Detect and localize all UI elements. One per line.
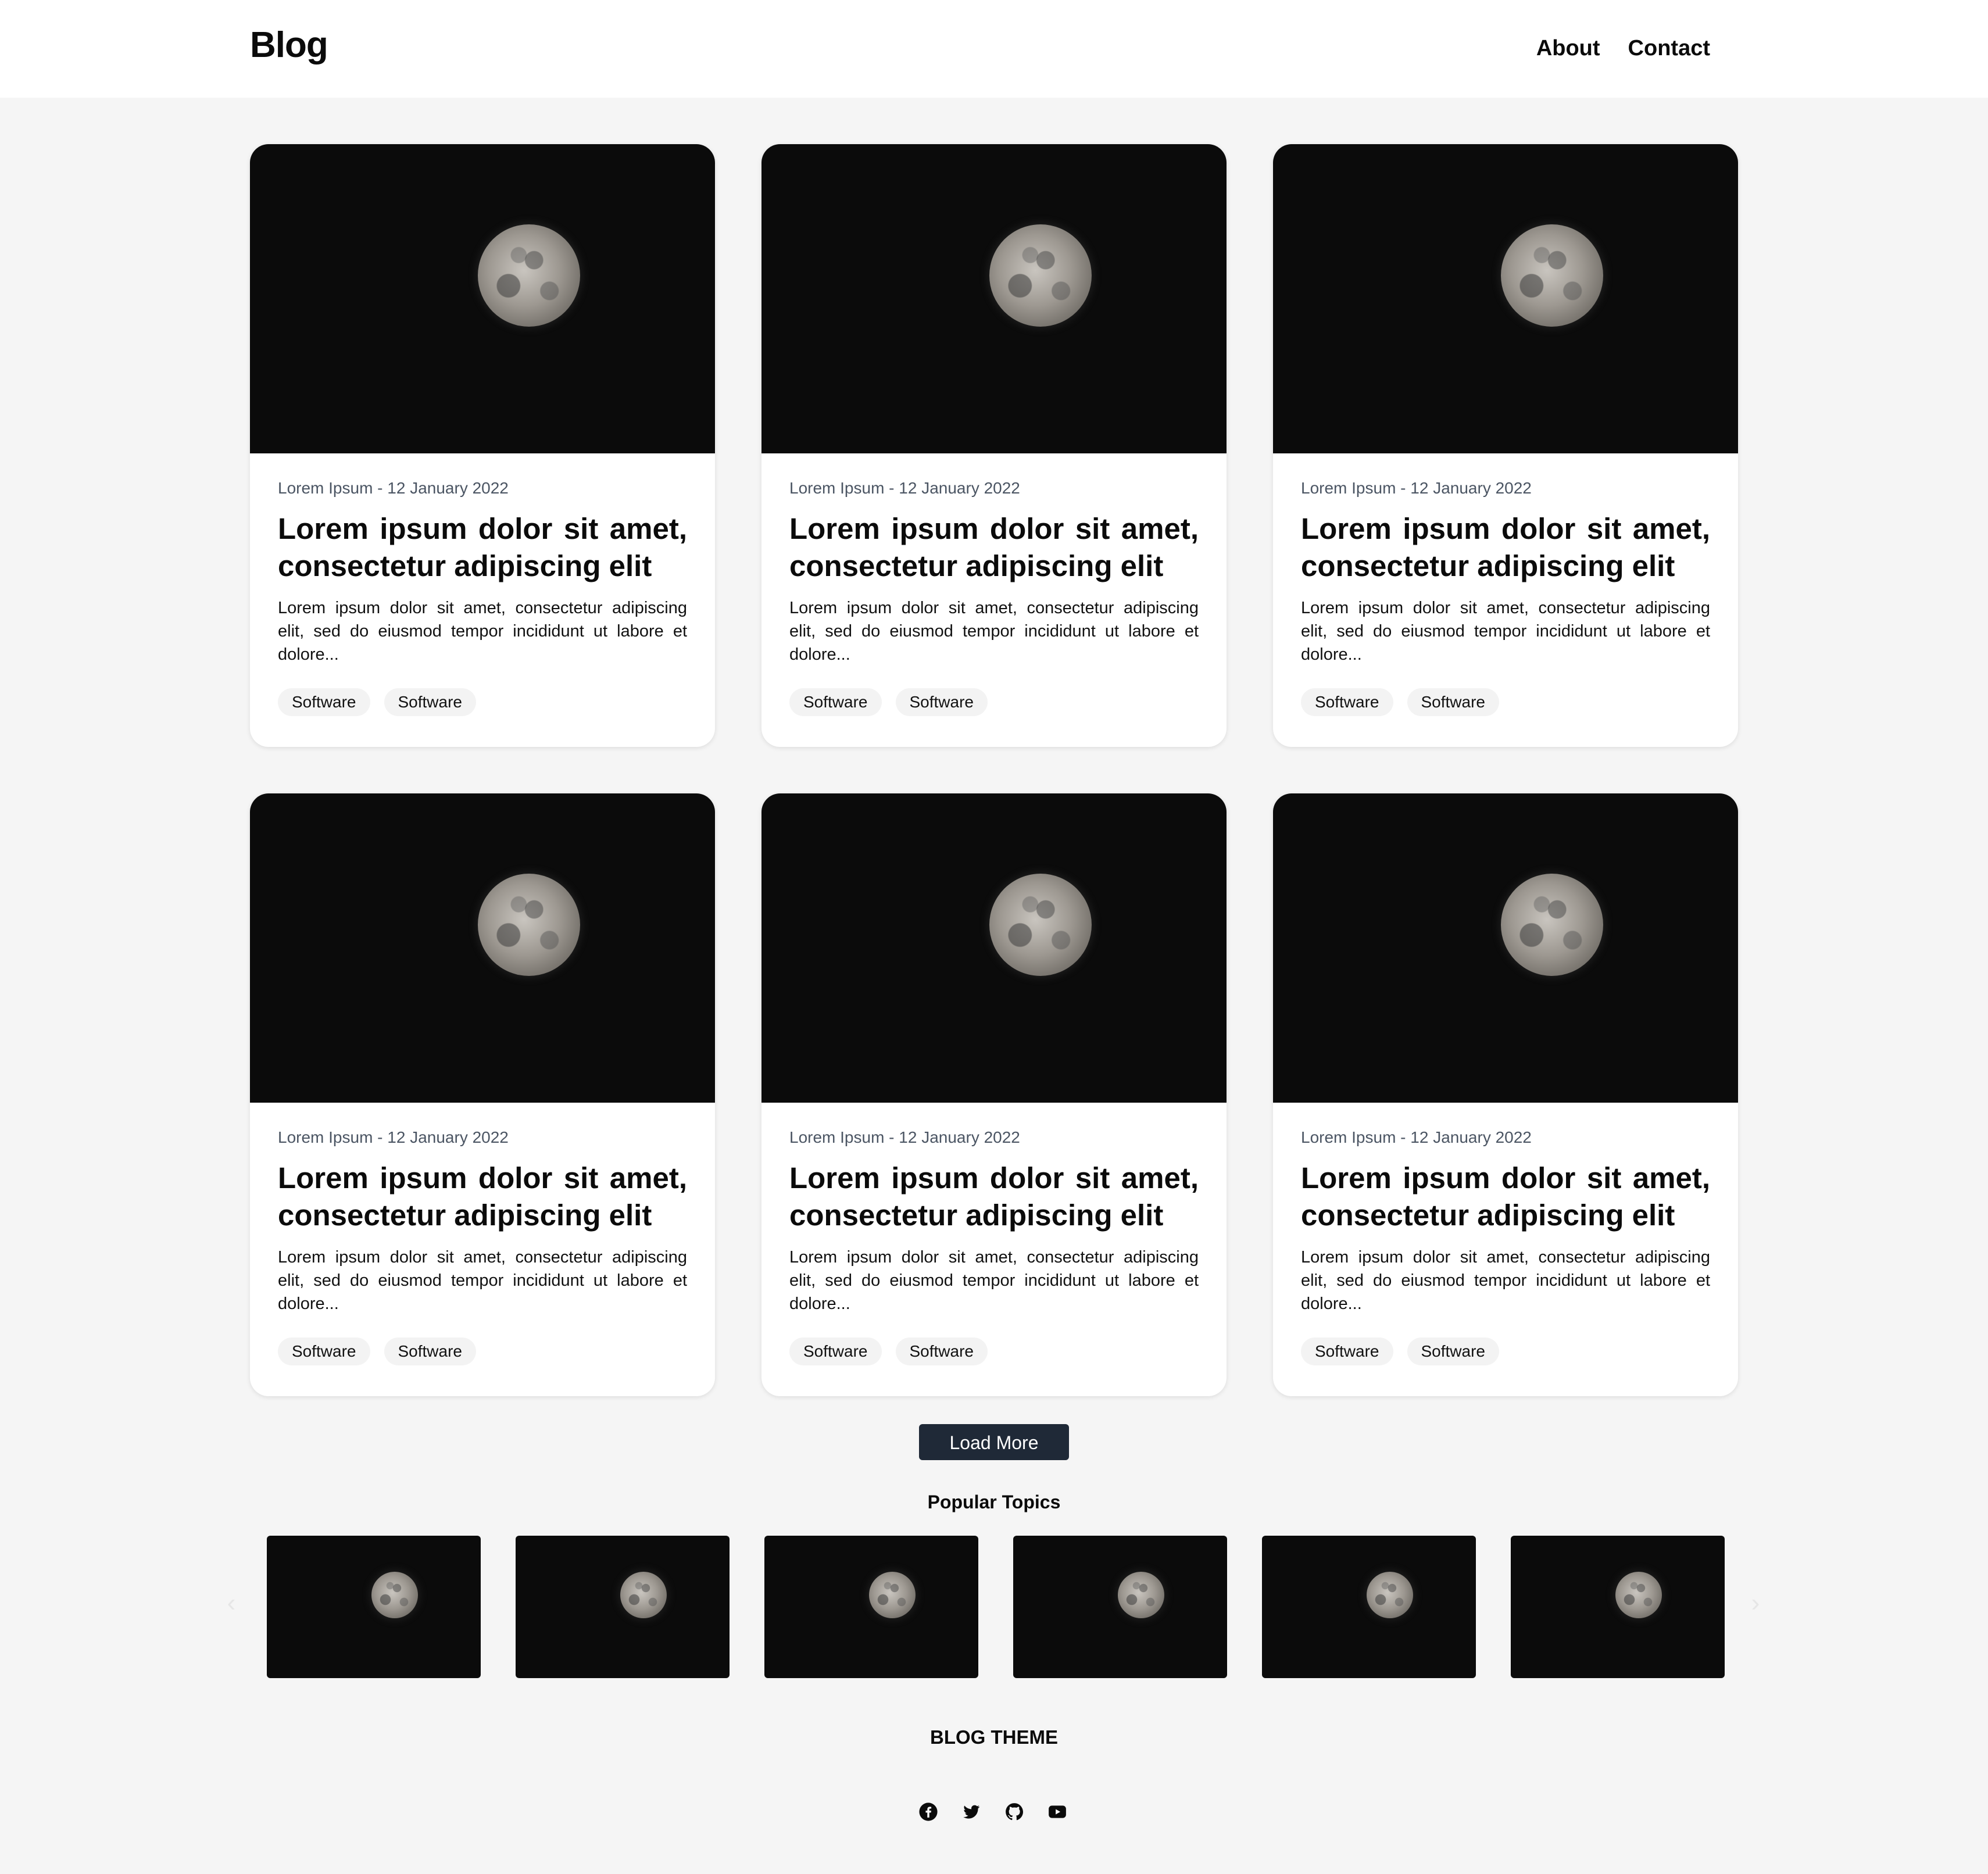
- post-title[interactable]: Lorem ipsum dolor sit amet, consectetur …: [1301, 510, 1710, 585]
- topic-thumbnail[interactable]: [267, 1536, 481, 1678]
- moon-image: [478, 874, 580, 976]
- post-card[interactable]: Lorem Ipsum - 12 January 2022 Lorem ipsu…: [1273, 144, 1738, 747]
- tag-chip[interactable]: Software: [1407, 1337, 1499, 1365]
- post-image[interactable]: [250, 144, 715, 453]
- facebook-icon[interactable]: [918, 1802, 938, 1822]
- moon-image: [371, 1572, 418, 1618]
- tag-chip[interactable]: Software: [1407, 688, 1499, 716]
- post-card[interactable]: Lorem Ipsum - 12 January 2022 Lorem ipsu…: [761, 793, 1227, 1396]
- post-card[interactable]: Lorem Ipsum - 12 January 2022 Lorem ipsu…: [250, 144, 715, 747]
- moon-image: [1118, 1572, 1164, 1618]
- top-nav: About Contact: [1536, 36, 1710, 61]
- carousel-next-icon[interactable]: ›: [1745, 1590, 1766, 1616]
- post-title[interactable]: Lorem ipsum dolor sit amet, consectetur …: [278, 510, 687, 585]
- tag-chip[interactable]: Software: [789, 1337, 882, 1365]
- tag-chip[interactable]: Software: [384, 688, 476, 716]
- post-excerpt: Lorem ipsum dolor sit amet, consectetur …: [789, 599, 1199, 664]
- moon-image: [1501, 874, 1603, 976]
- post-meta: Lorem Ipsum - 12 January 2022: [278, 1128, 509, 1146]
- post-title[interactable]: Lorem ipsum dolor sit amet, consectetur …: [1301, 1160, 1710, 1234]
- load-more-button[interactable]: Load More: [919, 1424, 1069, 1460]
- topic-thumbnail[interactable]: [1013, 1536, 1227, 1678]
- post-meta: Lorem Ipsum - 12 January 2022: [1301, 1128, 1532, 1146]
- post-image[interactable]: [1273, 793, 1738, 1103]
- site-header: Blog About Contact: [0, 0, 1988, 98]
- tag-chip[interactable]: Software: [789, 688, 882, 716]
- topic-thumbnail[interactable]: [764, 1536, 978, 1678]
- post-excerpt: Lorem ipsum dolor sit amet, consectetur …: [278, 599, 687, 664]
- moon-image: [1615, 1572, 1662, 1618]
- post-card[interactable]: Lorem Ipsum - 12 January 2022 Lorem ipsu…: [761, 144, 1227, 747]
- tag-chip[interactable]: Software: [1301, 688, 1393, 716]
- moon-image: [869, 1572, 916, 1618]
- post-tags: Software Software: [1301, 1337, 1710, 1365]
- carousel-prev-icon[interactable]: ‹: [221, 1590, 242, 1616]
- post-tags: Software Software: [278, 1337, 687, 1365]
- nav-contact-link[interactable]: Contact: [1628, 36, 1710, 61]
- post-title[interactable]: Lorem ipsum dolor sit amet, consectetur …: [789, 510, 1199, 585]
- post-meta: Lorem Ipsum - 12 January 2022: [789, 479, 1020, 497]
- post-image[interactable]: [761, 144, 1227, 453]
- popular-topics-carousel: [267, 1536, 1725, 1678]
- tag-chip[interactable]: Software: [895, 688, 988, 716]
- post-title[interactable]: Lorem ipsum dolor sit amet, consectetur …: [278, 1160, 687, 1234]
- post-meta: Lorem Ipsum - 12 January 2022: [789, 1128, 1020, 1146]
- post-excerpt: Lorem ipsum dolor sit amet, consectetur …: [278, 1248, 687, 1313]
- post-meta: Lorem Ipsum - 12 January 2022: [278, 479, 509, 497]
- post-tags: Software Software: [1301, 688, 1710, 716]
- post-image[interactable]: [761, 793, 1227, 1103]
- site-logo[interactable]: Blog: [250, 24, 328, 66]
- post-card[interactable]: Lorem Ipsum - 12 January 2022 Lorem ipsu…: [250, 793, 715, 1396]
- post-excerpt: Lorem ipsum dolor sit amet, consectetur …: [789, 1248, 1199, 1313]
- post-excerpt: Lorem ipsum dolor sit amet, consectetur …: [1301, 1248, 1710, 1313]
- topic-thumbnail[interactable]: [516, 1536, 730, 1678]
- github-icon[interactable]: [1004, 1802, 1024, 1822]
- social-links: [918, 1802, 1067, 1822]
- tag-chip[interactable]: Software: [278, 688, 370, 716]
- post-image[interactable]: [1273, 144, 1738, 453]
- posts-grid: Lorem Ipsum - 12 January 2022 Lorem ipsu…: [250, 144, 1738, 1396]
- popular-topics-heading: Popular Topics: [927, 1492, 1061, 1512]
- post-tags: Software Software: [789, 688, 1199, 716]
- tag-chip[interactable]: Software: [278, 1337, 370, 1365]
- post-title[interactable]: Lorem ipsum dolor sit amet, consectetur …: [789, 1160, 1199, 1234]
- post-tags: Software Software: [278, 688, 687, 716]
- post-meta: Lorem Ipsum - 12 January 2022: [1301, 479, 1532, 497]
- moon-image: [1501, 224, 1603, 327]
- tag-chip[interactable]: Software: [384, 1337, 476, 1365]
- moon-image: [1367, 1572, 1413, 1618]
- tag-chip[interactable]: Software: [895, 1337, 988, 1365]
- post-image[interactable]: [250, 793, 715, 1103]
- footer-title: BLOG THEME: [930, 1726, 1058, 1748]
- post-card[interactable]: Lorem Ipsum - 12 January 2022 Lorem ipsu…: [1273, 793, 1738, 1396]
- moon-image: [478, 224, 580, 327]
- moon-image: [989, 224, 1092, 327]
- post-excerpt: Lorem ipsum dolor sit amet, consectetur …: [1301, 599, 1710, 664]
- moon-image: [620, 1572, 667, 1618]
- topic-thumbnail[interactable]: [1262, 1536, 1476, 1678]
- topic-thumbnail[interactable]: [1511, 1536, 1725, 1678]
- moon-image: [989, 874, 1092, 976]
- post-tags: Software Software: [789, 1337, 1199, 1365]
- tag-chip[interactable]: Software: [1301, 1337, 1393, 1365]
- youtube-icon[interactable]: [1047, 1802, 1067, 1822]
- twitter-icon[interactable]: [961, 1802, 981, 1822]
- nav-about-link[interactable]: About: [1536, 36, 1600, 61]
